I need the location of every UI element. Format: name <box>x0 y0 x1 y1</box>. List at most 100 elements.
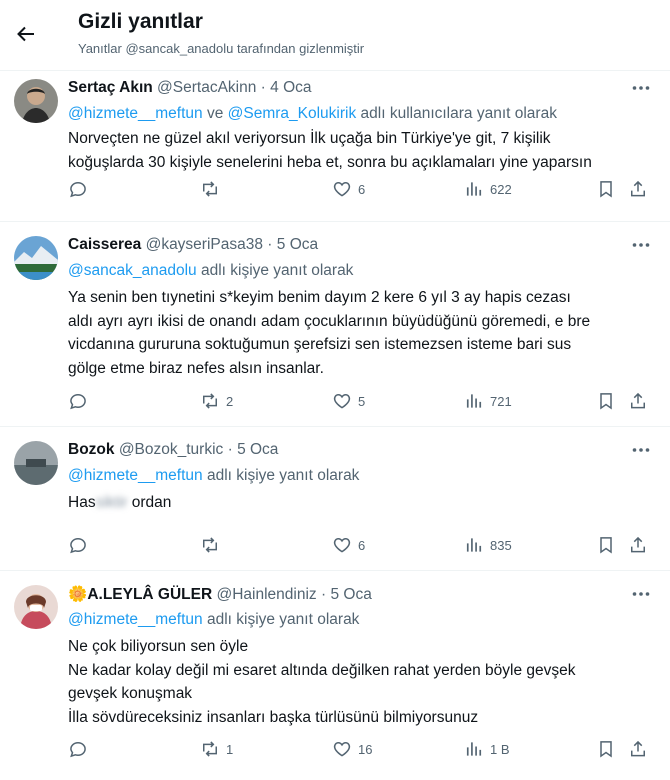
like-count: 6 <box>358 181 366 197</box>
separator: · <box>267 236 273 253</box>
display-name[interactable]: A.LEYLÂ GÜLER <box>87 586 212 603</box>
tweet-date[interactable]: 4 Oca <box>270 79 311 96</box>
bookmark-button[interactable] <box>596 738 616 760</box>
tweet-date[interactable]: 5 Oca <box>277 236 318 253</box>
bookmark-icon <box>596 739 616 759</box>
tweet-card[interactable]: Sertaç Akın @SertacAkinn · 4 Oca @hizmet… <box>0 71 670 222</box>
retweet-icon <box>200 391 220 411</box>
tweet-card[interactable]: Caisserea @kayseriPasa38 · 5 Oca @sancak… <box>0 222 670 427</box>
retweet-icon <box>200 739 220 759</box>
mention-link[interactable]: @hizmete__meftun <box>68 611 203 628</box>
view-count: 622 <box>490 181 512 197</box>
tweet-actions: 2 5 721 <box>68 390 654 412</box>
page-header: Gizli yanıtlar Yanıtlar @sancak_anadolu … <box>0 0 670 71</box>
display-name[interactable]: Caisserea <box>68 236 141 253</box>
more-dots-icon[interactable] <box>632 85 650 91</box>
share-icon <box>628 535 648 555</box>
views-bars-icon <box>464 535 484 555</box>
tweet-card[interactable]: 🌼A.LEYLÂ GÜLER @Hainlendiniz · 5 Oca @hi… <box>0 571 670 780</box>
mention-link[interactable]: @hizmete__meftun <box>68 105 203 122</box>
views-button[interactable]: 835 <box>464 534 512 556</box>
retweet-icon <box>200 535 220 555</box>
tweet-date[interactable]: 5 Oca <box>237 441 278 458</box>
tweet-line: Ya senin ben tıynetini s*keyim benim day… <box>68 289 571 306</box>
share-icon <box>628 391 648 411</box>
avatar[interactable] <box>14 236 58 280</box>
views-button[interactable]: 622 <box>464 178 512 200</box>
tweet-line: Hassiktir ordan <box>68 491 646 515</box>
reply-button[interactable] <box>68 178 94 200</box>
like-button[interactable]: 6 <box>332 534 365 556</box>
bookmark-icon <box>596 179 616 199</box>
like-button[interactable]: 6 <box>332 178 365 200</box>
view-count: 1 B <box>490 741 510 757</box>
retweet-button[interactable] <box>200 534 226 556</box>
avatar[interactable] <box>14 585 58 629</box>
replying-to: @hizmete__meftun adlı kişiye yanıt olara… <box>68 467 359 485</box>
arrow-left-icon[interactable] <box>14 22 38 46</box>
views-bars-icon <box>464 179 484 199</box>
name-emoji: 🌼 <box>68 586 88 603</box>
reply-bubble-icon <box>68 739 88 759</box>
reply-button[interactable] <box>68 738 94 760</box>
mention-link[interactable]: @hizmete__meftun <box>68 467 203 484</box>
replying-to: @sancak_anadolu adlı kişiye yanıt olarak <box>68 262 353 280</box>
retweet-button[interactable]: 1 <box>200 738 233 760</box>
separator: · <box>227 441 233 458</box>
user-handle[interactable]: @kayseriPasa38 <box>146 236 263 253</box>
replying-to: @hizmete__meftun adlı kişiye yanıt olara… <box>68 611 359 629</box>
reply-button[interactable] <box>68 390 94 412</box>
bookmark-button[interactable] <box>596 178 616 200</box>
reply-suffix: adlı kullanıcılara yanıt olarak <box>356 105 557 122</box>
share-button[interactable] <box>628 738 648 760</box>
bookmark-button[interactable] <box>596 534 616 556</box>
reply-bubble-icon <box>68 535 88 555</box>
views-button[interactable]: 1 B <box>464 738 510 760</box>
tweet-line: Norveçten ne güzel akıl veriyorsun İlk u… <box>68 130 551 147</box>
heart-icon <box>332 391 352 411</box>
replying-to: @hizmete__meftun ve @Semra_Kolukirik adl… <box>68 105 557 123</box>
view-count: 835 <box>490 537 512 553</box>
more-dots-icon[interactable] <box>632 447 650 453</box>
tweet-line: aldı ayrı ayrı ikisi de onandı adam çocu… <box>68 312 591 330</box>
display-name[interactable]: Sertaç Akın <box>68 79 153 96</box>
tweet-card[interactable]: Bozok @Bozok_turkic · 5 Oca @hizmete__me… <box>0 427 670 571</box>
like-count: 16 <box>358 741 373 757</box>
user-handle[interactable]: @Hainlendiniz <box>217 586 317 603</box>
page-subtitle: Yanıtlar @sancak_anadolu tarafından gizl… <box>78 41 365 56</box>
tweet-header: 🌼A.LEYLÂ GÜLER @Hainlendiniz · 5 Oca <box>68 585 372 604</box>
heart-icon <box>332 739 352 759</box>
bookmark-button[interactable] <box>596 390 616 412</box>
retweet-count: 2 <box>226 393 234 409</box>
mention-link[interactable]: @Semra_Kolukirik <box>228 105 357 122</box>
tweet-text: Hassiktir ordan <box>68 491 646 515</box>
share-button[interactable] <box>628 534 648 556</box>
reply-button[interactable] <box>68 534 94 556</box>
more-dots-icon[interactable] <box>632 591 650 597</box>
retweet-button[interactable]: 2 <box>200 390 233 412</box>
mention-link[interactable]: @sancak_anadolu <box>68 262 197 279</box>
user-handle[interactable]: @Bozok_turkic <box>119 441 223 458</box>
separator: · <box>260 79 266 96</box>
tweet-line: vicdanına gururuna soktuğumun şerefsizi … <box>68 336 572 353</box>
reply-suffix: adlı kişiye yanıt olarak <box>202 467 360 484</box>
like-button[interactable]: 5 <box>332 390 365 412</box>
avatar[interactable] <box>14 441 58 485</box>
avatar[interactable] <box>14 79 58 123</box>
tweet-actions: 6 622 <box>68 178 654 200</box>
tweet-date[interactable]: 5 Oca <box>330 586 371 603</box>
more-dots-icon[interactable] <box>632 242 650 248</box>
reply-bubble-icon <box>68 179 88 199</box>
tweet-text: Norveçten ne güzel akıl veriyorsun İlk u… <box>68 127 646 174</box>
retweet-button[interactable] <box>200 178 226 200</box>
share-button[interactable] <box>628 178 648 200</box>
retweet-count: 1 <box>226 741 234 757</box>
user-handle[interactable]: @SertacAkinn <box>157 79 256 96</box>
tweet-actions: 6 835 <box>68 534 654 556</box>
share-button[interactable] <box>628 390 648 412</box>
share-icon <box>628 739 648 759</box>
tweet-line: gevşek konuşmak <box>68 685 193 702</box>
views-button[interactable]: 721 <box>464 390 512 412</box>
like-button[interactable]: 16 <box>332 738 372 760</box>
display-name[interactable]: Bozok <box>68 441 115 458</box>
